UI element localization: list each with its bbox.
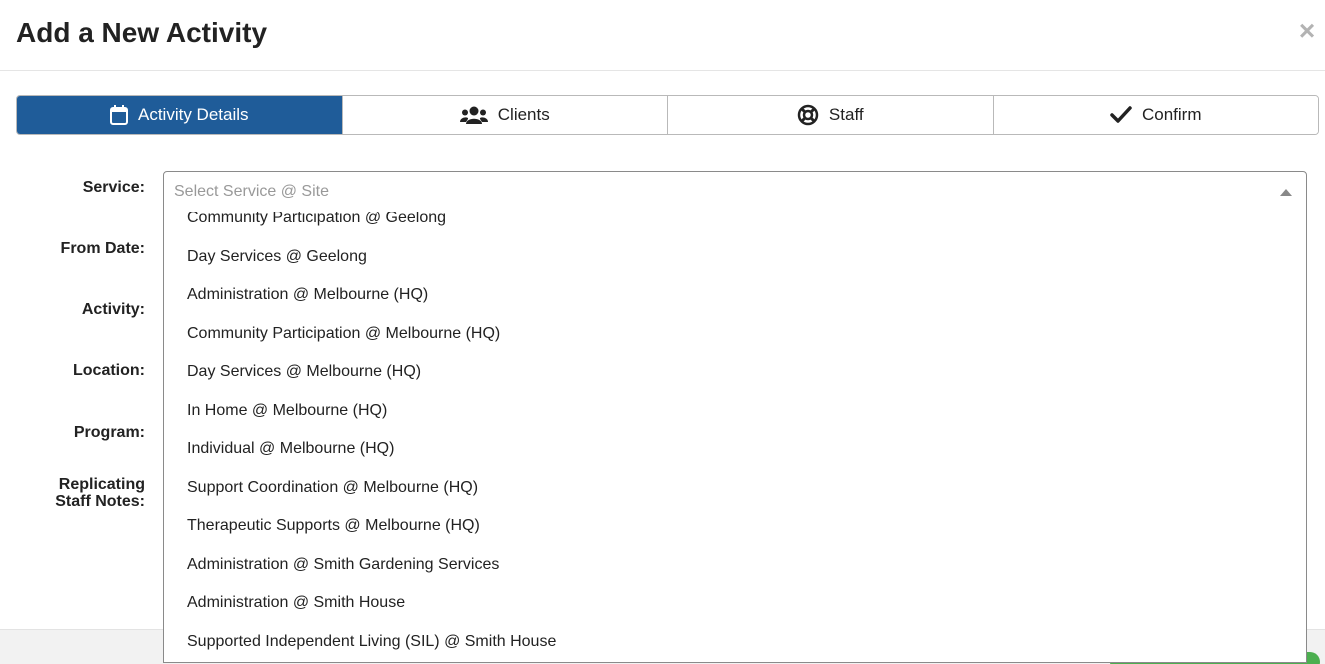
from-date-label: From Date: bbox=[60, 240, 145, 257]
service-dropdown[interactable]: Community Participation @ Geelong Day Se… bbox=[163, 212, 1307, 663]
tab-activity-details[interactable]: Activity Details bbox=[17, 96, 342, 134]
wizard-tabs: Activity Details Clients Staff Confirm bbox=[16, 95, 1319, 135]
activity-label: Activity: bbox=[81, 301, 145, 318]
tab-clients[interactable]: Clients bbox=[341, 96, 667, 134]
service-option[interactable]: Administration @ Smith Gardening Service… bbox=[164, 546, 1306, 585]
service-select[interactable] bbox=[163, 171, 1307, 213]
service-option[interactable]: Administration @ Melbourne (HQ) bbox=[164, 276, 1306, 315]
tab-label: Clients bbox=[497, 105, 550, 124]
service-option[interactable]: In Home @ Melbourne (HQ) bbox=[164, 392, 1306, 431]
tab-label: Confirm bbox=[1141, 105, 1202, 124]
service-option[interactable]: Day Services @ Melbourne (HQ) bbox=[164, 353, 1306, 392]
service-option[interactable]: Community Participation @ Melbourne (HQ) bbox=[164, 315, 1306, 354]
calendar-icon bbox=[109, 105, 128, 125]
service-option[interactable]: Support Coordination @ Melbourne (HQ) bbox=[164, 469, 1306, 508]
service-option[interactable]: Community Participation @ Geelong bbox=[164, 212, 1306, 238]
label-line: Staff Notes: bbox=[55, 493, 145, 510]
life-ring-icon bbox=[797, 104, 819, 126]
service-label: Service: bbox=[82, 179, 145, 196]
caret-up-icon[interactable] bbox=[1280, 189, 1292, 196]
users-icon bbox=[459, 105, 488, 125]
service-option[interactable]: Day Services @ Geelong bbox=[164, 238, 1306, 277]
program-label: Program: bbox=[73, 424, 145, 441]
location-label: Location: bbox=[73, 362, 145, 379]
close-button[interactable]: × bbox=[1297, 16, 1317, 46]
tab-label: Activity Details bbox=[137, 105, 249, 124]
service-option[interactable]: Administration @ Smith House bbox=[164, 584, 1306, 623]
service-option[interactable]: Therapeutic Supports @ Melbourne (HQ) bbox=[164, 507, 1306, 546]
tab-label: Staff bbox=[828, 105, 864, 124]
service-option[interactable]: Supported Independent Living (SIL) @ Smi… bbox=[164, 623, 1306, 662]
modal-title: Add a New Activity bbox=[16, 17, 268, 48]
tab-staff[interactable]: Staff bbox=[667, 96, 993, 134]
tab-confirm[interactable]: Confirm bbox=[992, 96, 1318, 134]
modal-header: Add a New Activity × bbox=[0, 0, 1325, 71]
service-options-list: Community Participation @ Geelong Day Se… bbox=[164, 212, 1306, 661]
replicating-staff-notes-label: Replicating Staff Notes: bbox=[55, 476, 145, 510]
service-search-input[interactable] bbox=[174, 172, 1254, 212]
check-icon bbox=[1110, 106, 1132, 124]
service-option[interactable]: Individual @ Melbourne (HQ) bbox=[164, 430, 1306, 469]
label-line: Replicating bbox=[58, 476, 145, 493]
add-activity-modal: Add a New Activity × Activity Details Cl… bbox=[0, 0, 1325, 664]
